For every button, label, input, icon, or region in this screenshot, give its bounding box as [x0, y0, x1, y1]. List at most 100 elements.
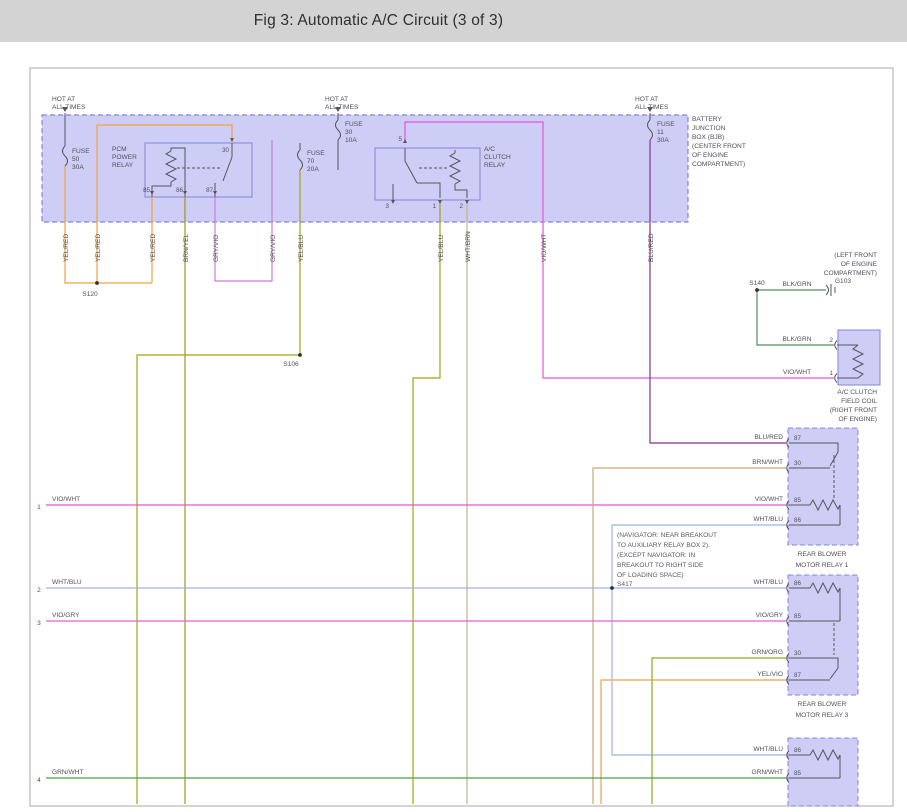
ac-relay-label-1: CLUTCH: [484, 154, 511, 161]
relay4-pin-0: 86: [794, 747, 801, 754]
field-coil-pin1: 1: [830, 370, 834, 377]
splice-s106-dot: [298, 353, 302, 357]
line2-number: 2: [37, 587, 41, 594]
splice-s106-label: S106: [283, 361, 299, 368]
vwire-label-8: WHT/BRN: [465, 231, 472, 262]
field-coil-label-3: OF ENGINE): [839, 416, 877, 423]
relay1-name-0: REAR BLOWER: [798, 551, 847, 558]
relay3-name-1: MOTOR RELAY 3: [796, 712, 849, 719]
relay1-pin-0: 87: [794, 435, 801, 442]
ac-pin-2: 2: [460, 203, 464, 210]
ac-pin-3: 3: [386, 203, 390, 210]
relay1-wire-1: BRN/WHT: [752, 459, 783, 466]
splice-s120-label: S120: [82, 291, 98, 298]
ac-pin-5: 5: [399, 136, 403, 143]
relay4-wire-0: WHT/BLU: [753, 746, 783, 753]
splice-s417-label: S417: [617, 581, 633, 588]
bjb-dashed-box: [41, 114, 689, 223]
wire-wht-blu: [46, 524, 786, 756]
hot-label-2b: ALL TIMES: [325, 104, 359, 111]
vwire-label-6: YEL/BLU: [298, 235, 305, 262]
relay4-pin-1: 85: [794, 770, 801, 777]
pcm-pin-85: 85: [143, 187, 150, 194]
wire-yel-vio: [600, 679, 786, 804]
relay3-wire-0: WHT/BLU: [753, 579, 783, 586]
fuse11-label-0: FUSE: [657, 121, 675, 128]
pcm-relay-label-0: PCM: [112, 146, 127, 153]
g103-location-1: OF ENGINE: [841, 261, 878, 268]
ac-relay-label-2: RELAY: [484, 162, 506, 169]
line3-label: VIO/GRY: [52, 612, 80, 619]
splice-s120-dot: [95, 281, 99, 285]
vwire-label-3: BRN/YEL: [183, 233, 190, 262]
relay1-wire-0: BLU/RED: [754, 434, 783, 441]
hot-label-2: HOT AT: [325, 96, 348, 103]
ac-relay-label-0: A/C: [484, 146, 495, 153]
hot-label-3b: ALL TIMES: [635, 104, 669, 111]
g103-label: G103: [835, 278, 851, 285]
bjb-label-3: (CENTER FRONT: [692, 143, 746, 150]
relay1-wire-3: WHT/BLU: [753, 516, 783, 523]
relay1-pin-2: 85: [794, 497, 801, 504]
vwire-label-1: YEL/RED: [95, 234, 102, 262]
relay1-box: [787, 427, 859, 546]
bjb-label-4: OF ENGINE: [692, 152, 729, 159]
line1-label: VIO/WHT: [52, 496, 80, 503]
s417-note-2: (EXCEPT NAVIGATOR: IN: [617, 552, 696, 559]
field-coil-pin2: 2: [830, 337, 834, 344]
field-coil-label-1: FIELD COIL: [841, 398, 877, 405]
vwire-label-4: GRY/VIO: [213, 235, 220, 262]
hot-label-1: HOT AT: [52, 96, 75, 103]
line2-label: WHT/BLU: [52, 579, 82, 586]
vwire-label-9: VIO/WHT: [541, 234, 548, 262]
ground-g103: [825, 284, 836, 296]
relay3-wire-1: VIO/GRY: [756, 612, 784, 619]
fuse50-label-0: FUSE: [72, 148, 90, 155]
battery-junction-box: [41, 114, 689, 223]
g103-location-0: (LEFT FRONT: [834, 252, 877, 259]
relay3-name-0: REAR BLOWER: [798, 701, 847, 708]
line3-number: 3: [37, 620, 41, 627]
vwire-label-5: GRY/VIO: [270, 235, 277, 262]
wire-yel-blu: [136, 170, 441, 804]
splice-s417-dot: [610, 586, 614, 590]
wires: [46, 121, 834, 804]
hot-label-3: HOT AT: [635, 96, 658, 103]
ac-clutch-field-coil: [834, 329, 881, 386]
vwire-label-0: YEL/RED: [63, 234, 70, 262]
splice-s140-label: S140: [749, 280, 765, 287]
fuse70-label-2: 20A: [307, 166, 319, 173]
pcm-pin-30: 30: [222, 147, 229, 154]
vwire-label-7: YEL/BLU: [438, 235, 445, 262]
s417-note-0: (NAVIGATOR: NEAR BREAKOUT: [617, 532, 717, 539]
bjb-label-2: BOX (BJB): [692, 134, 724, 141]
field-coil-label-2: (RIGHT FRONT: [830, 407, 877, 414]
ac-pin-1: 1: [433, 203, 437, 210]
relay3-pin-0: 86: [794, 580, 801, 587]
wiring-diagram-canvas: HOT AT ALL TIMES HOT AT ALL TIMES HOT AT…: [29, 67, 894, 807]
fuse50-label-2: 30A: [72, 164, 84, 171]
g103-location-2: COMPARTMENT): [824, 270, 877, 277]
pcm-relay-label-1: POWER: [112, 154, 137, 161]
s417-note-4: OF LOADING SPACE): [617, 572, 684, 579]
pcm-pin-87: 87: [206, 187, 213, 194]
fuse50-label-1: 50: [72, 156, 80, 163]
fuse30-label-0: FUSE: [345, 121, 363, 128]
relay1-name-1: MOTOR RELAY 1: [796, 562, 849, 569]
field-coil-connectors: [834, 340, 838, 383]
relay3-pin-1: 85: [794, 613, 801, 620]
vwire-label-2: YEL/RED: [150, 234, 157, 262]
relay3-wire-3: YEL/VIO: [757, 671, 783, 678]
blk-grn-top-label: BLK/GRN: [783, 281, 812, 288]
hot-label-1b: ALL TIMES: [52, 104, 86, 111]
s417-note-1: TO AUXILIARY RELAY BOX 2).: [617, 542, 710, 549]
fuse70-label-1: 70: [307, 158, 315, 165]
relay3-pin-3: 87: [794, 672, 801, 679]
line4-label: GRN/WHT: [52, 769, 84, 776]
fuse30-label-1: 30: [345, 129, 353, 136]
fuse30-label-2: 10A: [345, 137, 357, 144]
wiring-diagram-page: Fig 3: Automatic A/C Circuit (3 of 3) HO…: [0, 0, 907, 812]
ground-icon: [825, 284, 836, 296]
relay1-pin-1: 30: [794, 460, 801, 467]
s417-note-3: BREAKOUT TO RIGHT SIDE: [617, 562, 704, 569]
